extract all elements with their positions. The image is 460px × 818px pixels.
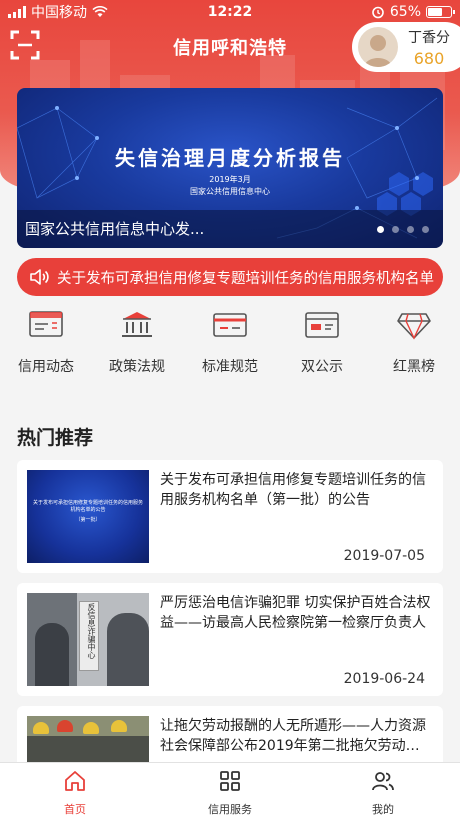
grid-icon [220, 771, 240, 791]
banner-date: 2019年3月 [209, 175, 251, 184]
notice-bar[interactable]: 关于发布可承担信用修复专题培训任务的信用服务机构名单 [17, 258, 443, 296]
category-red-black-list[interactable]: 红黑榜 [374, 310, 454, 376]
news-item[interactable]: 关于发布可承担信用修复专题培训任务的信用服务机构名单的公告 （第一批） 关于发布… [17, 460, 443, 573]
category-label: 信用动态 [18, 359, 74, 375]
diamond-icon [397, 313, 431, 340]
thumb-subtitle: （第一批） [75, 517, 101, 523]
battery-percent: 65% [389, 4, 421, 20]
news-date: 2019-06-24 [343, 671, 425, 687]
tab-label: 信用服务 [208, 803, 252, 816]
credit-score: 680 [413, 48, 445, 68]
carousel-indicator [377, 226, 429, 233]
banner-carousel[interactable]: 失信治理月度分析报告 2019年3月 国家公共信用信息中心 国家公共信用信息中心… [17, 88, 443, 248]
tab-mine[interactable]: 我的 [343, 769, 423, 817]
home-icon [65, 771, 85, 791]
category-label: 标准规范 [202, 359, 258, 375]
banner-title: 失信治理月度分析报告 [115, 146, 345, 170]
category-policy[interactable]: 政策法规 [97, 310, 177, 376]
banner-caption: 国家公共信用信息中心发... [25, 220, 205, 238]
category-label: 双公示 [301, 359, 343, 375]
banner-org: 国家公共信用信息中心 [190, 187, 270, 196]
tab-bar: 首页 信用服务 我的 [0, 762, 460, 818]
news-title: 严厉惩治电信诈骗犯罪 切实保护百姓合法权益——访最高人民检察院第一检察厅负责人 [160, 595, 431, 631]
tab-label: 首页 [64, 803, 86, 816]
status-bar: 中国移动 12:22 65% [0, 0, 460, 24]
category-label: 政策法规 [109, 359, 165, 375]
carousel-dot[interactable] [377, 226, 384, 233]
news-date: 2019-07-05 [343, 548, 425, 564]
battery-fill [428, 8, 442, 16]
tab-label: 我的 [372, 803, 394, 816]
thumb-title: 关于发布可承担信用修复专题培训任务的信用服务机构名单的公告 [32, 500, 143, 513]
section-title: 热门推荐 [17, 427, 94, 449]
speaker-icon [30, 269, 49, 285]
news-doc-icon [29, 311, 63, 337]
category-credit-news[interactable]: 信用动态 [6, 310, 86, 376]
carousel-dot[interactable] [407, 226, 414, 233]
tab-credit-service[interactable]: 信用服务 [190, 769, 270, 817]
user-name: 丁香分 [408, 29, 450, 46]
window-card-icon [305, 312, 339, 338]
notice-text: 关于发布可承担信用修复专题培训任务的信用服务机构名单 [57, 270, 434, 287]
user-profile-chip[interactable]: 丁香分 680 [352, 22, 460, 72]
users-icon [372, 772, 394, 791]
carousel-dot[interactable] [392, 226, 399, 233]
battery-icon [426, 6, 455, 18]
avatar [358, 27, 398, 67]
category-label: 红黑榜 [393, 359, 435, 375]
news-thumbnail: 反信息诈骗中心 [27, 593, 149, 686]
news-title: 关于发布可承担信用修复专题培训任务的信用服务机构名单（第一批）的公告 [160, 472, 426, 508]
category-nav: 信用动态 政策法规 标准规范 双公示 红黑榜 [0, 310, 460, 380]
news-title: 让拖欠劳动报酬的人无所遁形——人力资源社会保障部公布2019年第二批拖欠劳动报酬… [160, 718, 426, 754]
alarm-icon [372, 6, 384, 19]
card-icon [213, 313, 247, 337]
news-thumbnail: 关于发布可承担信用修复专题培训任务的信用服务机构名单的公告 （第一批） [27, 470, 149, 563]
courthouse-icon [122, 312, 152, 337]
category-double-publicity[interactable]: 双公示 [282, 310, 362, 376]
category-standards[interactable]: 标准规范 [190, 310, 270, 376]
news-item[interactable]: 反信息诈骗中心 严厉惩治电信诈骗犯罪 切实保护百姓合法权益——访最高人民检察院第… [17, 583, 443, 696]
thumb-sign: 反信息诈骗中心 [87, 603, 96, 659]
tab-home[interactable]: 首页 [35, 769, 115, 817]
carousel-dot[interactable] [422, 226, 429, 233]
